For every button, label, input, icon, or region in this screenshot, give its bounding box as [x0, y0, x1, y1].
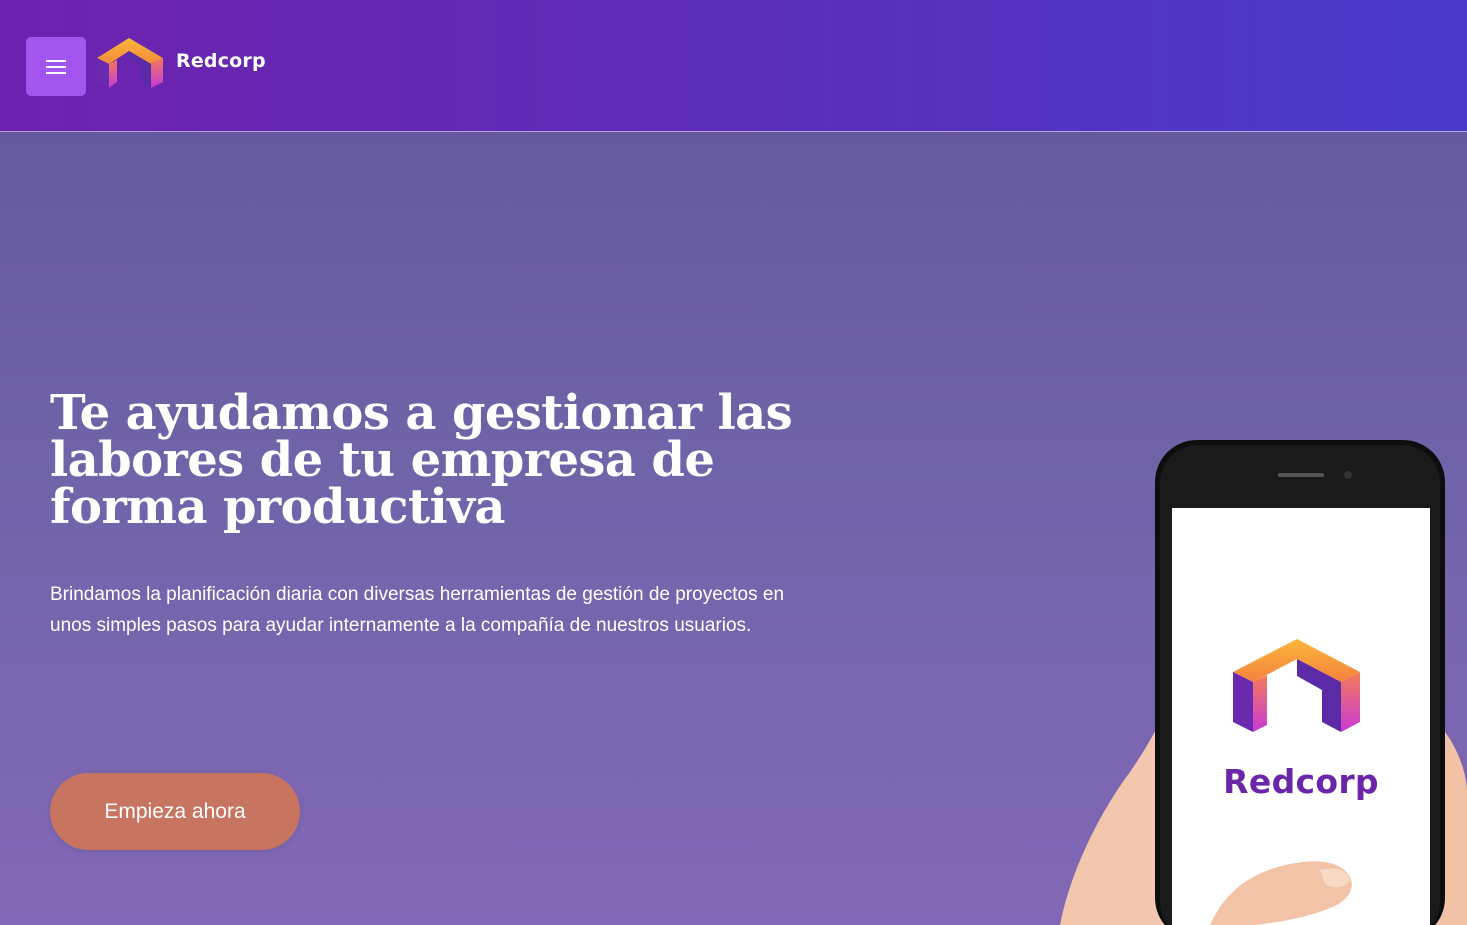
redcorp-logo-icon[interactable]: [95, 36, 165, 90]
menu-button[interactable]: [26, 37, 86, 96]
hero-description: Brindamos la planificación diaria con di…: [50, 584, 785, 636]
top-navbar: Redcorp: [0, 0, 1467, 132]
phone-brand-label: Redcorp: [1223, 762, 1379, 801]
hero-section: Te ayudamos a gestionar las labores de t…: [0, 132, 1467, 925]
hero-title: Te ayudamos a gestionar las labores de t…: [50, 385, 793, 535]
hand-phone-image: [1060, 440, 1467, 925]
brand-name[interactable]: Redcorp: [176, 50, 266, 72]
start-now-button[interactable]: Empieza ahora: [50, 773, 300, 850]
hamburger-menu-icon: [46, 59, 66, 74]
